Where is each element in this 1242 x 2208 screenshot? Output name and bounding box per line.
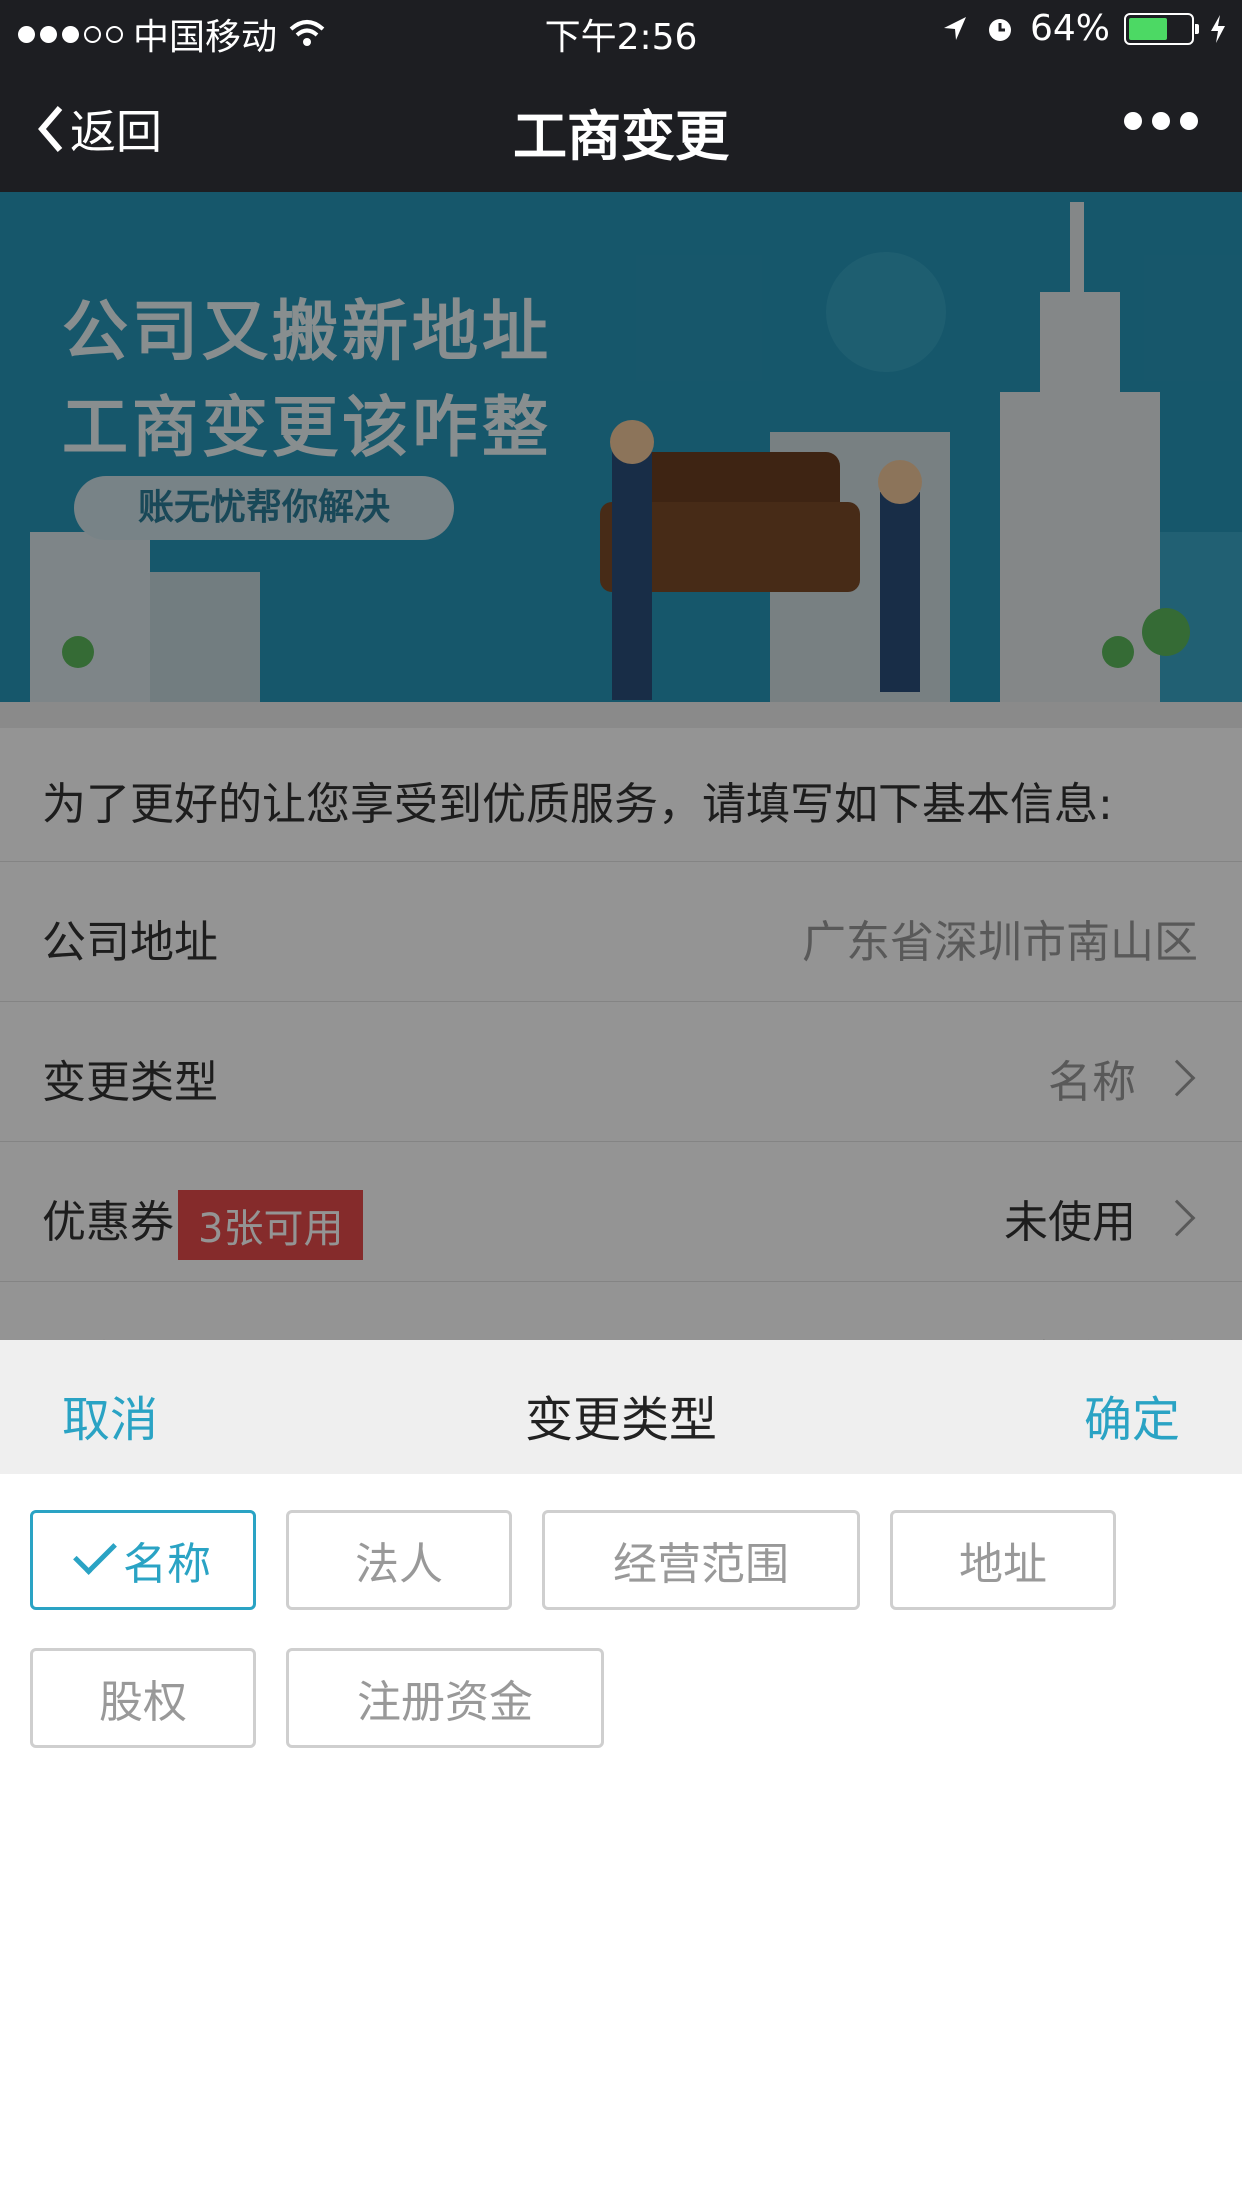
option-equity[interactable]: 股权 (30, 1648, 256, 1748)
more-dot-icon (1152, 112, 1170, 130)
option-name[interactable]: 名称 (30, 1510, 256, 1610)
option-label: 注册资金 (357, 1677, 533, 1728)
battery-percent: 64% (1029, 8, 1110, 49)
option-label: 股权 (99, 1677, 187, 1728)
option-legal-person[interactable]: 法人 (286, 1510, 512, 1610)
page-title: 工商变更 (513, 105, 729, 168)
check-icon (73, 1531, 117, 1575)
option-label: 经营范围 (613, 1539, 789, 1590)
option-business-scope[interactable]: 经营范围 (542, 1510, 860, 1610)
picker-header: 取消 变更类型 确定 (0, 1340, 1242, 1474)
option-label: 法人 (355, 1539, 443, 1590)
location-icon (943, 16, 966, 40)
more-button[interactable] (1124, 112, 1198, 130)
option-registered-capital[interactable]: 注册资金 (286, 1648, 604, 1748)
alarm-icon (988, 18, 1011, 41)
change-type-picker: 取消 变更类型 确定 名称 法人 经营范围 地址 股权 注册资金 (0, 1340, 1242, 2208)
more-dot-icon (1180, 112, 1198, 130)
more-dot-icon (1124, 112, 1142, 130)
picker-title: 变更类型 (524, 1392, 717, 1448)
nav-bar: 返回 工商变更 (0, 62, 1242, 192)
battery-icon (1124, 12, 1199, 45)
option-label: 名称 (123, 1539, 211, 1590)
confirm-button[interactable]: 确定 (1084, 1380, 1180, 1450)
modal-overlay[interactable] (0, 192, 1242, 1340)
option-label: 地址 (959, 1539, 1047, 1590)
option-address[interactable]: 地址 (890, 1510, 1116, 1610)
status-bar: 中国移动 下午2:56 64% (0, 0, 1242, 62)
status-right: 64% (940, 8, 1228, 49)
charging-icon (1211, 14, 1225, 43)
